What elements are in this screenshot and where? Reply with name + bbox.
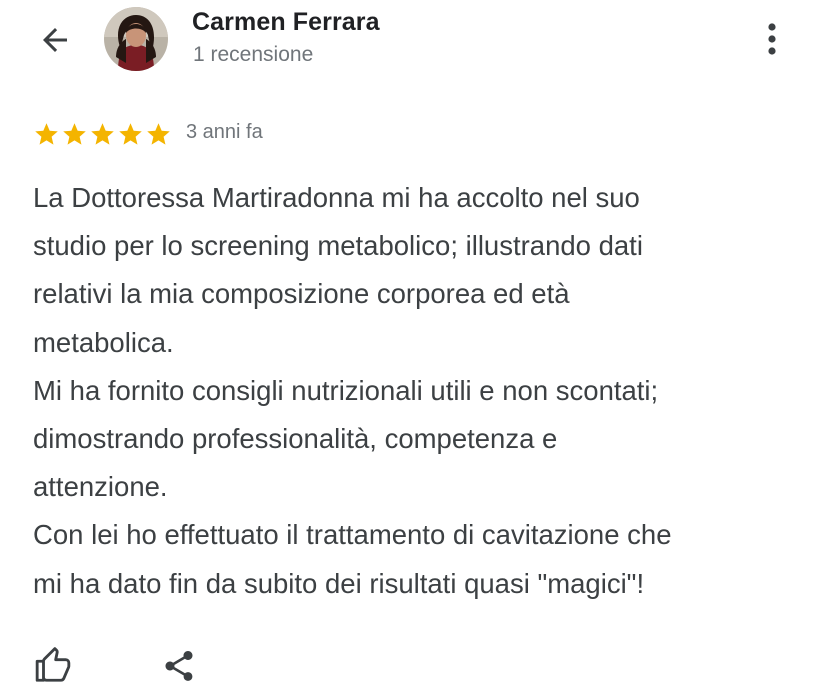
review-text-line: attenzione. [33,471,168,503]
review-text-line: La Dottoressa Martiradonna mi ha accolto… [33,182,640,213]
rating-row: 3 anni fa [33,118,263,150]
more-vertical-icon [768,23,776,55]
avatar[interactable] [104,7,168,71]
star-icon [119,122,142,145]
more-options-button[interactable] [752,16,792,62]
review-text-line: mi ha dato fin da subito dei risultati q… [33,567,645,599]
review-text-line: studio per lo screening metabolico; illu… [33,230,643,262]
star-icon [35,122,58,145]
star-rating [33,121,172,148]
thumb-up-icon [35,647,71,682]
reviewer-name[interactable]: Carmen Ferrara [192,8,380,37]
like-button[interactable] [26,640,80,692]
review-text-line: dimostrando professionalità, competenza … [33,423,558,455]
review-text-line: Mi ha fornito consigli nutrizionali util… [33,374,659,406]
star-icon [63,122,86,145]
review-text: La Dottoressa Martiradonna mi ha accolto… [33,174,813,608]
review-text-line: relativi la mia composizione corporea ed… [33,278,570,310]
star-icon [147,122,170,145]
review-time: 3 anni fa [186,120,263,143]
arrow-left-icon [43,28,67,52]
review-count: 1 recensione [193,43,314,66]
review-detail-page: Carmen Ferrara 1 recensione 3 anni fa La… [0,0,828,699]
star-icon [91,122,114,145]
back-button[interactable] [30,17,80,63]
review-text-line: Con lei ho effettuato il trattamento di … [33,519,672,551]
review-text-line: metabolica. [33,326,174,358]
reviewer-header: Carmen Ferrara 1 recensione [0,0,828,80]
share-button[interactable] [152,640,206,692]
review-actions [0,630,828,699]
share-icon [165,651,193,681]
